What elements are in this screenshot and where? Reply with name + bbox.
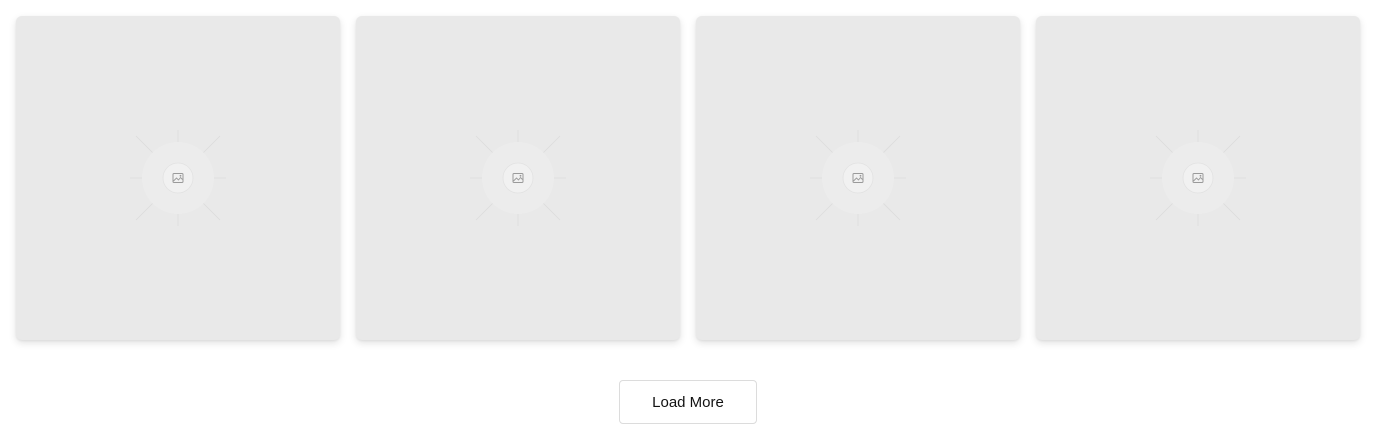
image-card-4[interactable] xyxy=(1036,16,1360,340)
image-card-3[interactable] xyxy=(696,16,1020,340)
gallery-page: Load More xyxy=(0,0,1376,440)
image-placeholder-icon xyxy=(468,128,568,228)
image-card-1[interactable] xyxy=(16,16,340,340)
load-more-button[interactable]: Load More xyxy=(619,380,757,424)
image-card-2[interactable] xyxy=(356,16,680,340)
image-placeholder-icon xyxy=(1148,128,1248,228)
image-placeholder-icon xyxy=(808,128,908,228)
image-placeholder-icon xyxy=(128,128,228,228)
image-grid xyxy=(16,16,1360,340)
